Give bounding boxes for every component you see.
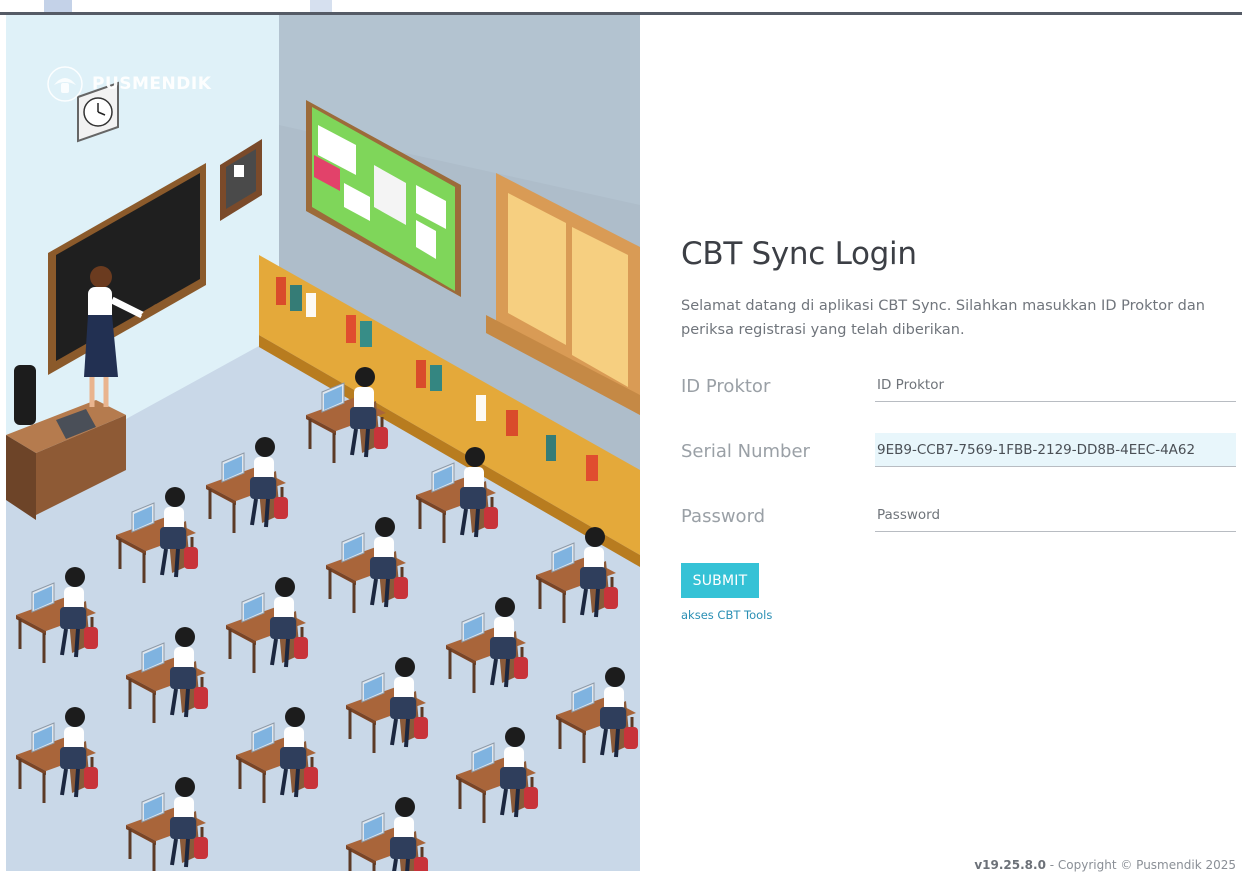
serial-number-field: Serial Number xyxy=(681,433,1236,473)
password-field: Password xyxy=(681,498,1236,538)
serial-number-input[interactable] xyxy=(875,433,1236,467)
serial-number-label: Serial Number xyxy=(681,441,810,462)
copyright-label: - Copyright © Pusmendik 2025 xyxy=(1045,858,1236,872)
brand-name: PUSMENDIK xyxy=(92,74,212,94)
brand: PUSMENDIK xyxy=(46,65,211,103)
intro-text: Selamat datang di aplikasi CBT Sync. Sil… xyxy=(681,298,1205,338)
password-label: Password xyxy=(681,506,766,527)
page-title: CBT Sync Login xyxy=(681,236,917,272)
cbt-tools-link[interactable]: akses CBT Tools xyxy=(681,608,772,622)
browser-tab[interactable] xyxy=(310,0,332,12)
id-proktor-label: ID Proktor xyxy=(681,376,771,397)
id-proktor-input[interactable] xyxy=(875,368,1236,402)
browser-tab[interactable] xyxy=(44,0,72,12)
garuda-logo-icon xyxy=(47,66,83,102)
version-label: v19.25.8.0 xyxy=(974,858,1046,872)
classroom-illustration: PUSMENDIK xyxy=(6,15,640,871)
password-input[interactable] xyxy=(875,498,1236,532)
id-proktor-field: ID Proktor xyxy=(681,368,1236,408)
footer: v19.25.8.0 - Copyright © Pusmendik 2025 xyxy=(974,858,1236,872)
submit-button[interactable]: SUBMIT xyxy=(681,563,759,598)
